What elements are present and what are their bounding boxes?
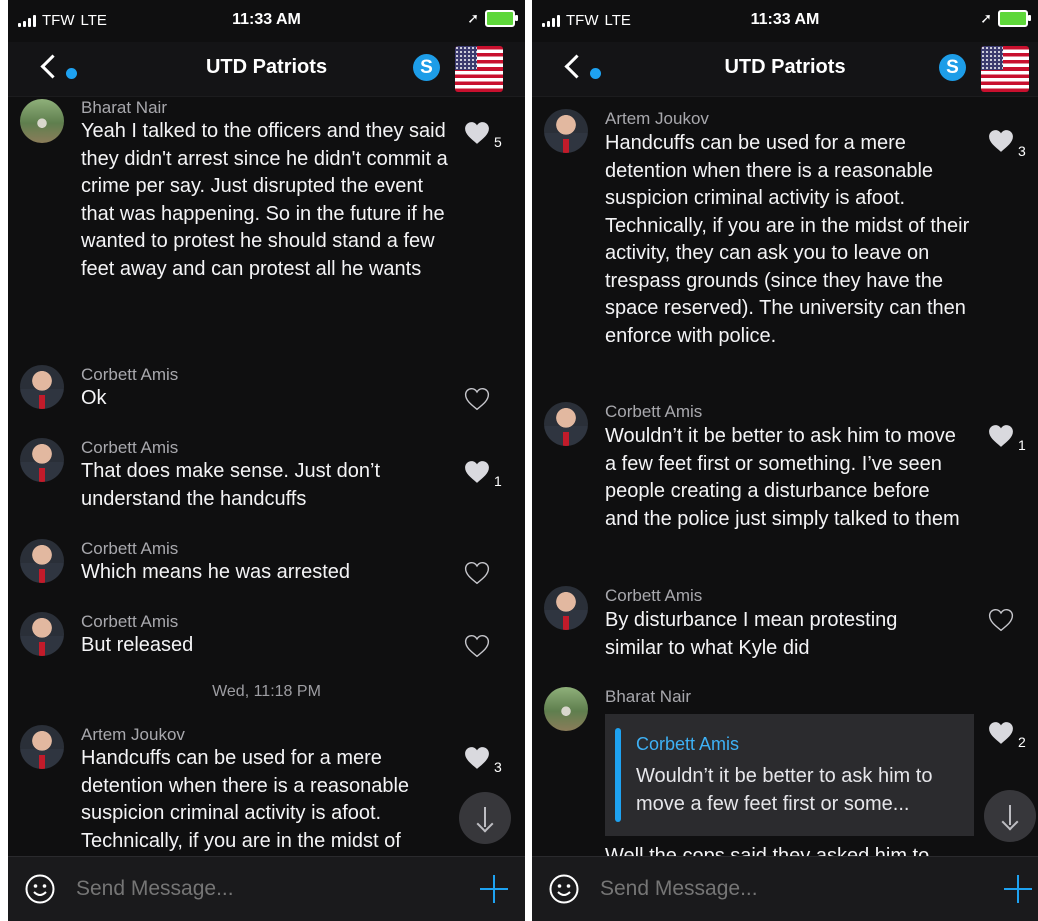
message-text: But released xyxy=(81,634,194,656)
message-text: Handcuffs can be used for a mere detenti… xyxy=(605,132,970,347)
message-sender: Artem Joukov xyxy=(81,725,185,744)
composer xyxy=(532,856,1038,921)
skype-icon[interactable]: S xyxy=(939,54,966,81)
avatar[interactable] xyxy=(544,402,588,446)
message-sender: Bharat Nair xyxy=(81,98,167,117)
chat-screen-right: TFW LTE 11:33 AM ➚ UTD Patriots S Artem … xyxy=(532,0,1038,921)
avatar[interactable] xyxy=(544,109,588,153)
message-list[interactable]: Bharat Nair Yeah I talked to the officer… xyxy=(8,97,525,857)
status-bar: TFW LTE 11:33 AM ➚ xyxy=(8,0,525,42)
clock: 11:33 AM xyxy=(750,11,820,28)
heart-icon[interactable] xyxy=(988,129,1014,153)
message-sender: Corbett Amis xyxy=(81,365,179,384)
message-list[interactable]: Artem Joukov Handcuffs can be used for a… xyxy=(532,97,1038,857)
battery-icon xyxy=(998,10,1031,27)
message-sender: Corbett Amis xyxy=(605,402,703,421)
us-flag-icon[interactable] xyxy=(981,46,1029,92)
heart-icon[interactable] xyxy=(464,121,490,145)
heart-icon[interactable] xyxy=(464,746,490,770)
message-text: Ok xyxy=(81,387,107,409)
quote-bar xyxy=(615,728,621,822)
clock: 11:33 AM xyxy=(232,11,301,28)
chat-screen-left: TFW LTE 11:33 AM ➚ UTD Patriots S Bharat… xyxy=(8,0,525,921)
message-sender: Corbett Amis xyxy=(605,586,703,605)
smiley-icon[interactable] xyxy=(25,874,55,904)
message-sender: Corbett Amis xyxy=(81,612,179,631)
avatar[interactable] xyxy=(20,612,64,656)
avatar[interactable] xyxy=(544,586,588,630)
avatar[interactable] xyxy=(20,438,64,482)
heart-icon[interactable] xyxy=(464,561,490,585)
chat-title[interactable]: UTD Patriots xyxy=(8,56,525,79)
heart-icon[interactable] xyxy=(464,634,490,658)
nav-bar: UTD Patriots S xyxy=(8,42,525,97)
quoted-message[interactable]: Corbett Amis Wouldn’t it be better to as… xyxy=(605,714,974,836)
heart-icon[interactable] xyxy=(988,608,1014,632)
skype-icon[interactable]: S xyxy=(413,54,440,81)
like-count: 3 xyxy=(494,759,502,775)
scroll-to-bottom-button[interactable] xyxy=(459,792,511,844)
heart-icon[interactable] xyxy=(464,387,490,411)
message-sender: Bharat Nair xyxy=(605,687,691,706)
message-input[interactable] xyxy=(76,877,436,901)
message-sender: Corbett Amis xyxy=(81,539,179,558)
location-arrow-icon: ➚ xyxy=(980,10,992,26)
scroll-to-bottom-button[interactable] xyxy=(984,790,1036,842)
like-count: 3 xyxy=(1018,143,1026,159)
avatar[interactable] xyxy=(20,539,64,583)
like-count: 2 xyxy=(1018,734,1026,750)
like-count: 1 xyxy=(1018,437,1026,453)
plus-icon[interactable] xyxy=(480,875,508,903)
message-text: Well the cops said they asked him to xyxy=(605,845,930,857)
message-text: Wouldn’t it be better to ask him to move… xyxy=(605,425,960,530)
avatar[interactable] xyxy=(20,725,64,769)
smiley-icon[interactable] xyxy=(549,874,579,904)
heart-icon[interactable] xyxy=(988,424,1014,448)
nav-bar: UTD Patriots S xyxy=(532,42,1038,97)
composer xyxy=(8,856,525,921)
like-count: 5 xyxy=(494,134,502,150)
heart-icon[interactable] xyxy=(464,460,490,484)
message-text: Which means he was arrested xyxy=(81,561,351,583)
like-count: 1 xyxy=(494,473,502,489)
avatar[interactable] xyxy=(20,365,64,409)
us-flag-icon[interactable] xyxy=(455,46,503,92)
message-sender: Corbett Amis xyxy=(81,438,179,457)
message-sender: Artem Joukov xyxy=(605,109,709,128)
battery-icon xyxy=(485,10,518,27)
message-text: That does make sense. Just don’t underst… xyxy=(81,460,381,510)
date-separator: Wed, 11:18 PM xyxy=(212,683,321,700)
quote-text: Wouldn’t it be better to ask him to move… xyxy=(636,765,933,815)
heart-icon[interactable] xyxy=(988,721,1014,745)
message-input[interactable] xyxy=(600,877,960,901)
avatar[interactable] xyxy=(544,687,588,731)
avatar[interactable] xyxy=(20,99,64,143)
message-text: Yeah I talked to the officers and they s… xyxy=(81,120,448,280)
location-arrow-icon: ➚ xyxy=(467,10,479,26)
quote-sender: Corbett Amis xyxy=(636,734,740,754)
status-bar: TFW LTE 11:33 AM ➚ xyxy=(532,0,1038,42)
message-text: Handcuffs can be used for a mere detenti… xyxy=(81,747,410,852)
plus-icon[interactable] xyxy=(1004,875,1032,903)
message-text: By disturbance I mean protesting similar… xyxy=(605,609,898,659)
